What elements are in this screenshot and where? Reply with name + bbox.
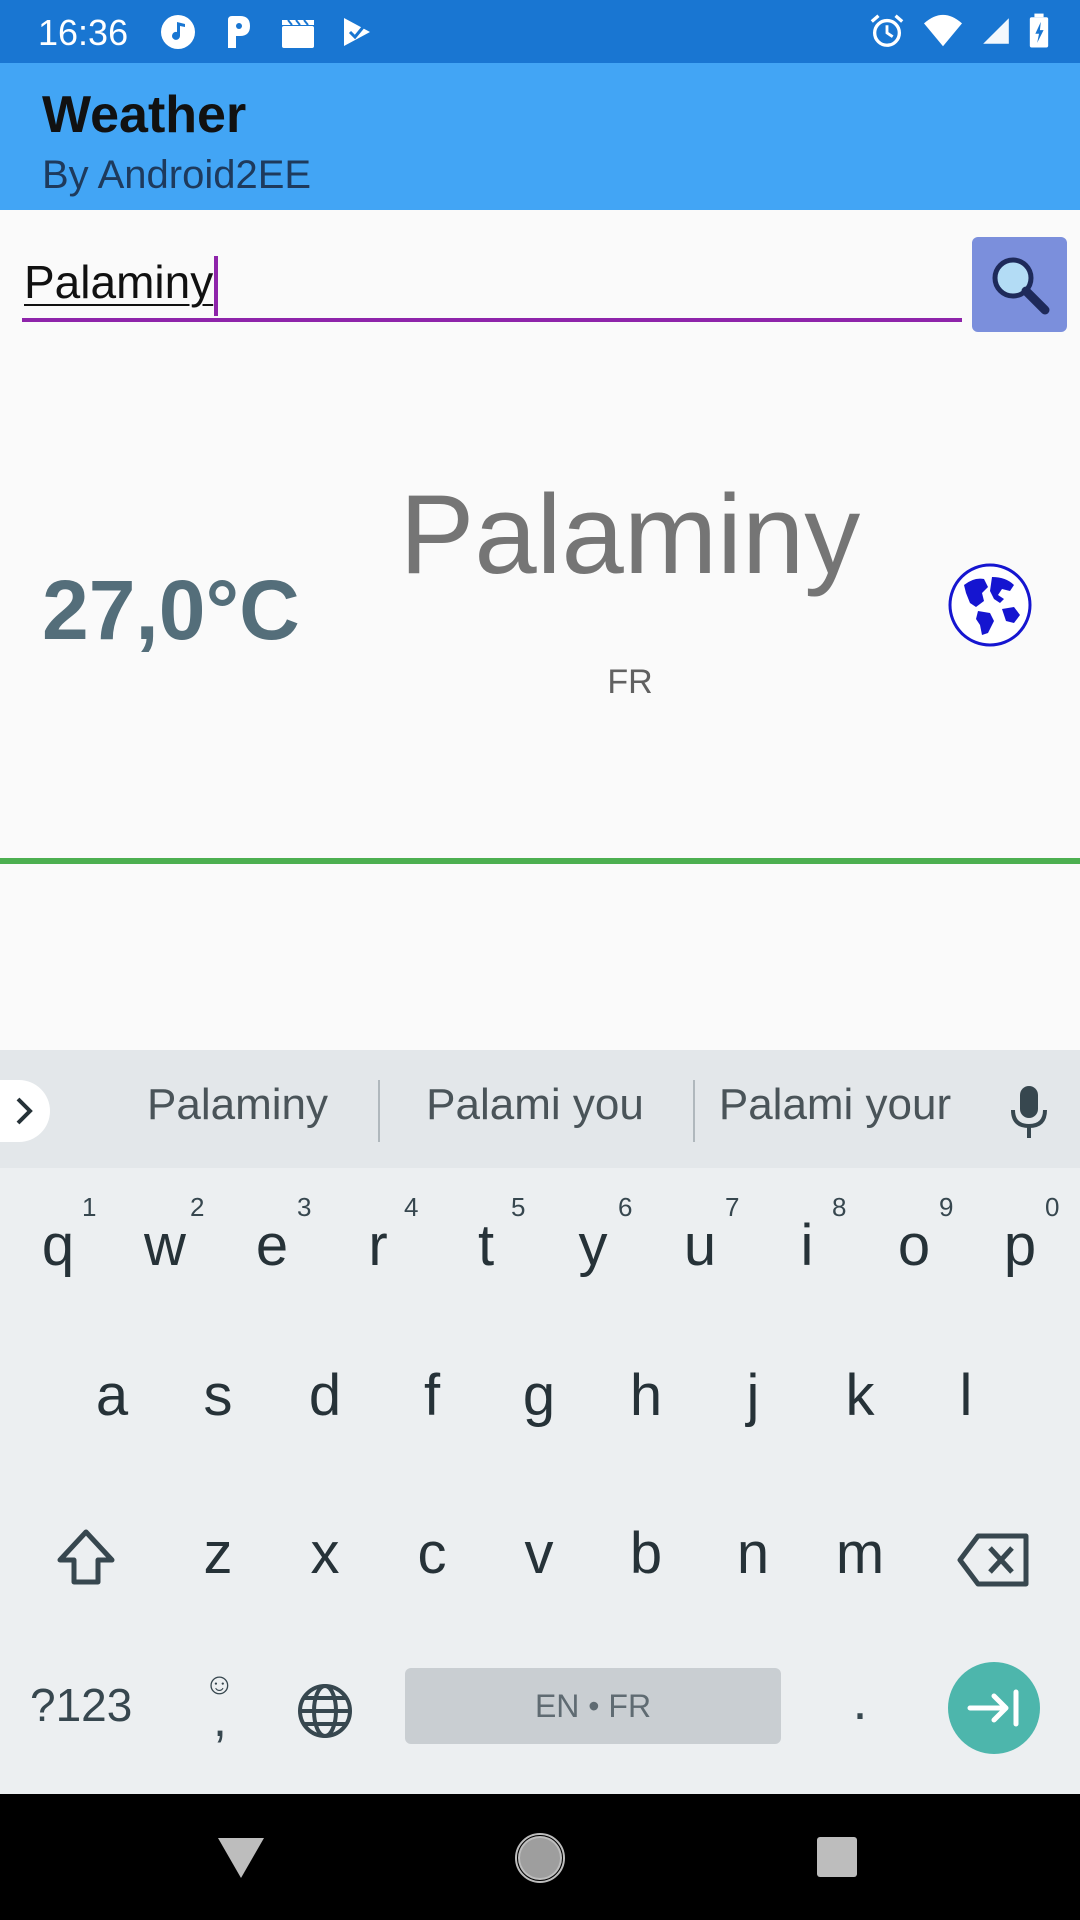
key-n[interactable]: n <box>713 1520 793 1587</box>
key-g[interactable]: g <box>499 1362 579 1429</box>
search-button[interactable] <box>972 237 1067 332</box>
suggestion-item[interactable]: Palaminy <box>130 1080 345 1130</box>
key-l[interactable]: l <box>926 1362 1006 1429</box>
language-globe-icon[interactable] <box>296 1682 354 1740</box>
search-icon <box>992 257 1049 314</box>
wifi-icon <box>924 14 962 47</box>
country-code: FR <box>607 663 653 701</box>
notification-icons <box>158 12 378 52</box>
key-k[interactable]: k <box>820 1362 900 1429</box>
system-icons <box>868 12 1050 50</box>
recents-icon[interactable] <box>816 1836 858 1878</box>
check-icon <box>344 18 370 46</box>
soft-keyboard: Palaminy Palami you Palami your q w e r … <box>0 1050 1080 1794</box>
expand-toolbar-button[interactable] <box>0 1080 50 1142</box>
key-hint: 3 <box>297 1192 312 1222</box>
key-f[interactable]: f <box>392 1362 472 1429</box>
enter-key[interactable] <box>948 1662 1040 1754</box>
key-hint: 5 <box>511 1192 526 1222</box>
back-icon[interactable] <box>216 1836 266 1880</box>
key-c[interactable]: c <box>392 1520 472 1587</box>
alarm-icon <box>870 14 904 47</box>
symbols-key[interactable]: ?123 <box>30 1678 132 1732</box>
city-name: Palaminy <box>399 472 861 597</box>
status-bar: 16:36 <box>0 0 1080 63</box>
comma-key[interactable]: , <box>200 1690 240 1748</box>
home-icon[interactable] <box>514 1832 566 1884</box>
key-hint: 0 <box>1045 1192 1060 1222</box>
enter-arrow-icon <box>967 1689 1019 1727</box>
key-hint: 1 <box>82 1192 97 1222</box>
app-title: Weather <box>42 86 247 144</box>
app-bar: Weather By Android2EE <box>0 63 1080 210</box>
key-h[interactable]: h <box>606 1362 686 1429</box>
key-hint: 4 <box>404 1192 419 1222</box>
music-icon <box>161 15 195 49</box>
period-key[interactable]: . <box>840 1670 880 1732</box>
app-subtitle: By Android2EE <box>42 153 312 197</box>
city-search-input[interactable]: Palaminy <box>22 246 962 322</box>
key-x[interactable]: x <box>285 1520 365 1587</box>
clapperboard-icon <box>282 19 314 48</box>
suggestion-item[interactable]: Palami your <box>710 1080 960 1130</box>
key-d[interactable]: d <box>285 1362 365 1429</box>
status-time: 16:36 <box>38 12 129 53</box>
backspace-icon[interactable] <box>956 1530 1032 1590</box>
key-m[interactable]: m <box>820 1520 900 1587</box>
microphone-icon[interactable] <box>1008 1084 1050 1140</box>
key-v[interactable]: v <box>499 1520 579 1587</box>
key-j[interactable]: j <box>713 1362 793 1429</box>
suggestion-strip: Palaminy Palami you Palami your <box>0 1050 1080 1168</box>
shift-icon[interactable] <box>54 1526 118 1590</box>
key-hint: 6 <box>618 1192 633 1222</box>
battery-charging-icon <box>1029 13 1049 48</box>
key-hint: 9 <box>939 1192 954 1222</box>
parking-icon <box>228 16 250 48</box>
text-caret <box>214 255 219 316</box>
globe-icon[interactable] <box>948 563 1032 647</box>
key-hint: 2 <box>190 1192 205 1222</box>
space-key[interactable]: EN • FR <box>405 1668 781 1744</box>
divider <box>0 858 1080 864</box>
key-hint: 8 <box>832 1192 847 1222</box>
signal-icon <box>983 18 1009 44</box>
suggestion-item[interactable]: Palami you <box>405 1080 665 1130</box>
navigation-bar <box>0 1794 1080 1920</box>
chevron-right-icon <box>16 1097 33 1125</box>
key-s[interactable]: s <box>178 1362 258 1429</box>
key-a[interactable]: a <box>72 1362 152 1429</box>
city-search-value: Palaminy <box>24 256 214 308</box>
temperature: 27,0°C <box>42 563 300 657</box>
suggestion-separator <box>378 1080 380 1142</box>
suggestion-separator <box>693 1080 695 1142</box>
key-hint: 7 <box>725 1192 740 1222</box>
key-z[interactable]: z <box>178 1520 258 1587</box>
key-b[interactable]: b <box>606 1520 686 1587</box>
